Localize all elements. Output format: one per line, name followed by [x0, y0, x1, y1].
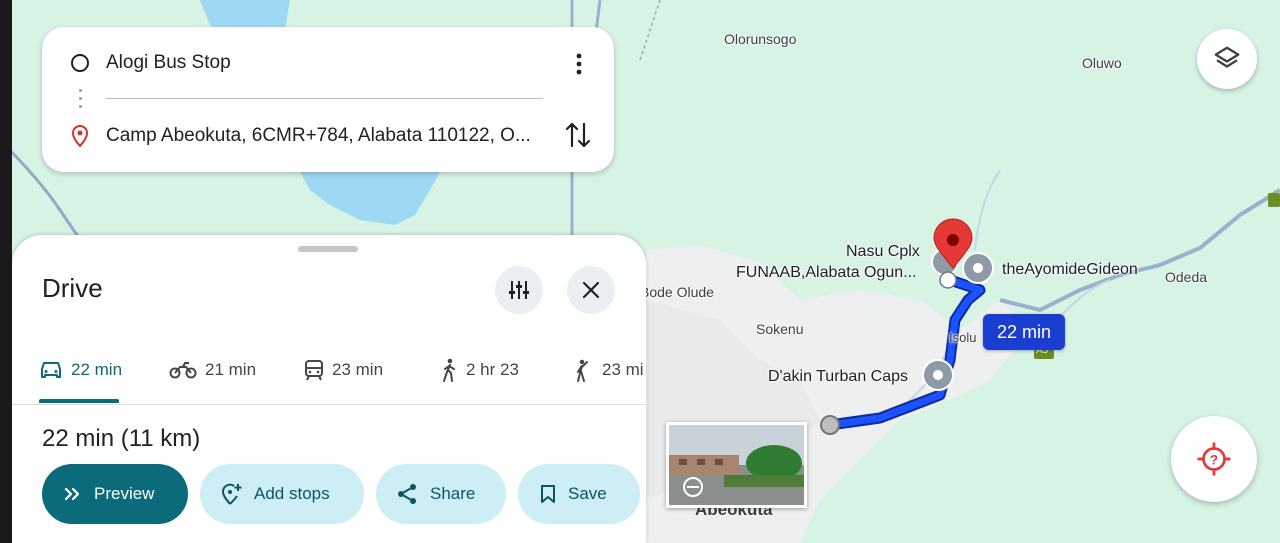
tab-transit-label: 23 min — [332, 360, 384, 379]
motorcycle-icon — [169, 362, 197, 379]
map-label-ayomide[interactable]: theAyomideGideon — [1002, 261, 1138, 279]
drag-handle[interactable] — [298, 246, 358, 252]
tab-walk[interactable]: 2 hr 23 — [440, 340, 519, 400]
map-label-sokenu: Sokenu — [756, 321, 804, 337]
travel-mode-tabs: 22 min 21 min 23 min 2 hr 23 23 mi — [12, 340, 646, 400]
my-location-button[interactable]: ? — [1171, 416, 1257, 502]
location-pin-icon — [70, 125, 90, 147]
swap-button[interactable] — [562, 119, 594, 151]
origin-row[interactable]: Alogi Bus Stop — [42, 43, 614, 83]
map-label-isolu: Isolu — [949, 330, 977, 345]
map-label-nasu[interactable]: Nasu Cplx — [846, 243, 920, 261]
more-options-button[interactable] — [564, 49, 594, 79]
tune-icon — [509, 281, 529, 299]
add-location-icon — [221, 483, 242, 505]
layers-button[interactable] — [1197, 29, 1257, 89]
save-label: Save — [568, 484, 607, 503]
train-icon — [305, 360, 323, 381]
map-label-olorunsogo: Olorunsogo — [724, 31, 797, 47]
my-location-icon: ? — [1197, 442, 1231, 476]
directions-sheet: Drive 22 min 21 min 23 min 2 hr 23 23 mi… — [12, 235, 646, 543]
field-divider — [106, 98, 543, 99]
car-icon — [41, 362, 61, 378]
route-summary: 22 min (11 km) — [42, 425, 201, 452]
map-label-odeda: Odeda — [1165, 269, 1208, 285]
tab-drive-label: 22 min — [71, 360, 123, 379]
route-options-button[interactable] — [495, 266, 543, 314]
add-stops-label: Add stops — [254, 484, 330, 503]
share-button[interactable]: Share — [376, 464, 506, 524]
directions-card: Alogi Bus Stop Camp Abeokuta, 6CMR+784, … — [42, 27, 614, 172]
destination-text[interactable]: Camp Abeokuta, 6CMR+784, Alabata 110122,… — [106, 125, 546, 147]
more-vert-icon — [576, 53, 582, 75]
tab-transit[interactable]: 23 min — [304, 340, 383, 400]
swap-vert-icon — [565, 122, 591, 148]
active-tab-indicator — [39, 399, 119, 403]
bookmark-icon — [541, 485, 555, 503]
close-icon — [582, 281, 600, 299]
street-view-thumbnail[interactable] — [666, 422, 807, 508]
route-time-bubble[interactable]: 22 min — [983, 314, 1065, 350]
map-label-bode-olude: Bode Olude — [640, 284, 714, 300]
tab-motorcycle[interactable]: 21 min — [169, 340, 256, 400]
origin-text[interactable]: Alogi Bus Stop — [106, 52, 546, 74]
hail-icon — [577, 359, 588, 382]
preview-button[interactable]: Preview — [42, 464, 188, 524]
tab-ride-hail[interactable]: 23 mi — [574, 340, 644, 400]
preview-label: Preview — [94, 484, 155, 503]
svg-text:?: ? — [1210, 452, 1218, 467]
street-view-image — [669, 425, 804, 505]
map-label-funaab[interactable]: FUNAAB,Alabata Ogun... — [736, 264, 917, 282]
share-icon — [398, 484, 416, 504]
tab-motorcycle-label: 21 min — [205, 360, 257, 379]
screen-edge — [0, 0, 12, 543]
close-button[interactable] — [567, 266, 615, 314]
circle-outline-icon — [70, 53, 90, 73]
add-stops-button[interactable]: Add stops — [200, 464, 364, 524]
map-label-dakin[interactable]: D'akin Turban Caps — [768, 368, 908, 386]
tab-drive[interactable]: 22 min — [39, 340, 122, 400]
double-chevron-icon — [64, 487, 80, 501]
save-button[interactable]: Save — [518, 464, 640, 524]
route-dots — [79, 89, 83, 113]
tab-walk-label: 2 hr 23 — [466, 360, 519, 379]
tab-ride-hail-label: 23 mi — [602, 360, 644, 379]
walk-icon — [443, 358, 455, 382]
map-label-oluwo: Oluwo — [1082, 55, 1122, 71]
destination-row[interactable]: Camp Abeokuta, 6CMR+784, Alabata 110122,… — [42, 116, 614, 156]
tabs-divider — [12, 404, 646, 405]
sheet-title: Drive — [42, 273, 103, 303]
layers-icon — [1214, 46, 1240, 68]
share-label: Share — [430, 484, 476, 503]
